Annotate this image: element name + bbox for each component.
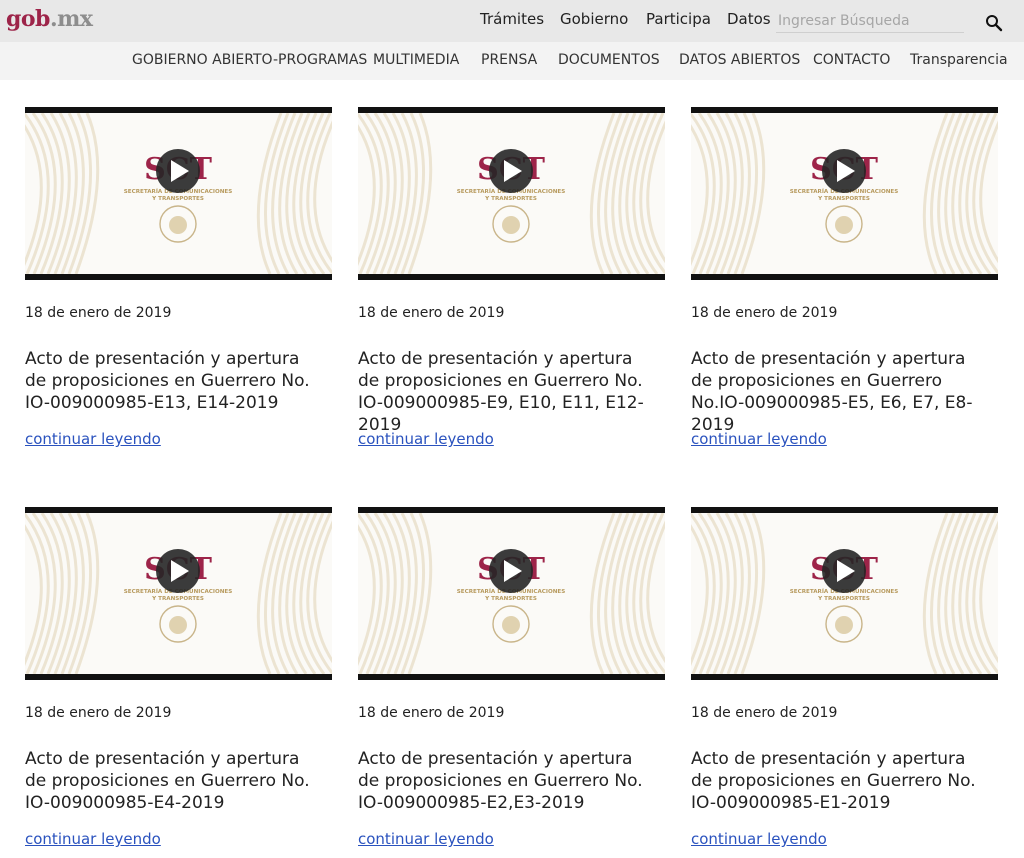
thumbnail-artwork: SCTSECRETARÍA DE COMUNICACIONESY TRANSPO… xyxy=(691,113,998,274)
video-thumbnail[interactable]: SCTSECRETARÍA DE COMUNICACIONESY TRANSPO… xyxy=(691,507,998,680)
continue-reading-link[interactable]: continuar leyendo xyxy=(25,430,161,448)
card-date: 18 de enero de 2019 xyxy=(358,305,505,321)
card-title: Acto de presentación y apertura de propo… xyxy=(358,749,643,813)
sct-name-line2: Y TRANSPORTES xyxy=(151,596,204,602)
coat-of-arms-emblem xyxy=(835,216,853,234)
card-date: 18 de enero de 2019 xyxy=(691,705,838,721)
coat-of-arms-emblem xyxy=(169,216,187,234)
continue-reading-link[interactable]: continuar leyendo xyxy=(358,430,494,448)
search-input[interactable] xyxy=(776,10,964,33)
coat-of-arms-emblem xyxy=(169,616,187,634)
thumbnail-artwork: SCTSECRETARÍA DE COMUNICACIONESY TRANSPO… xyxy=(25,513,332,674)
card-title: Acto de presentación y apertura de propo… xyxy=(358,349,644,435)
card-date: 18 de enero de 2019 xyxy=(25,705,172,721)
logo-mx: .mx xyxy=(49,6,93,32)
card-title: Acto de presentación y apertura de propo… xyxy=(25,349,310,413)
subnav-datos-abiertos[interactable]: DATOS ABIERTOS xyxy=(679,52,800,68)
card-date: 18 de enero de 2019 xyxy=(691,305,838,321)
thumbnail-artwork: SCTSECRETARÍA DE COMUNICACIONESY TRANSPO… xyxy=(691,513,998,674)
continue-reading-link[interactable]: continuar leyendo xyxy=(691,830,827,848)
video-thumbnail[interactable]: SCTSECRETARÍA DE COMUNICACIONESY TRANSPO… xyxy=(25,107,332,280)
card-title: Acto de presentación y apertura de propo… xyxy=(691,349,973,435)
thumbnail-artwork: SCTSECRETARÍA DE COMUNICACIONESY TRANSPO… xyxy=(358,113,665,274)
video-thumbnail[interactable]: SCTSECRETARÍA DE COMUNICACIONESY TRANSPO… xyxy=(358,507,665,680)
subnav-documentos[interactable]: DOCUMENTOS xyxy=(558,52,660,68)
continue-reading-link[interactable]: continuar leyendo xyxy=(691,430,827,448)
video-thumbnail[interactable]: SCTSECRETARÍA DE COMUNICACIONESY TRANSPO… xyxy=(358,107,665,280)
logo-gob: gob xyxy=(6,6,50,32)
continue-reading-link[interactable]: continuar leyendo xyxy=(358,830,494,848)
subnav-multimedia[interactable]: MULTIMEDIA xyxy=(373,52,459,68)
card-date: 18 de enero de 2019 xyxy=(25,305,172,321)
thumbnail-artwork: SCTSECRETARÍA DE COMUNICACIONESY TRANSPO… xyxy=(25,113,332,274)
search-icon[interactable] xyxy=(985,14,1003,32)
sct-name-line2: Y TRANSPORTES xyxy=(817,596,870,602)
continue-reading-link[interactable]: continuar leyendo xyxy=(25,830,161,848)
nav-gobierno[interactable]: Gobierno xyxy=(560,10,628,28)
gob-mx-logo[interactable]: gob.mx xyxy=(6,6,93,32)
card-title: Acto de presentación y apertura de propo… xyxy=(691,749,976,813)
nav-tramites[interactable]: Trámites xyxy=(480,10,544,28)
nav-participa[interactable]: Participa xyxy=(646,10,711,28)
subnav-contacto[interactable]: CONTACTO xyxy=(813,52,890,68)
thumbnail-artwork: SCTSECRETARÍA DE COMUNICACIONESY TRANSPO… xyxy=(358,513,665,674)
sct-name-line2: Y TRANSPORTES xyxy=(484,196,537,202)
top-bar: gob.mx Trámites Gobierno Participa Datos xyxy=(0,0,1024,42)
nav-datos[interactable]: Datos xyxy=(727,10,771,28)
subnav-prensa[interactable]: PRENSA xyxy=(481,52,537,68)
coat-of-arms-emblem xyxy=(835,616,853,634)
sct-name-line2: Y TRANSPORTES xyxy=(817,196,870,202)
sct-name-line2: Y TRANSPORTES xyxy=(484,596,537,602)
video-thumbnail[interactable]: SCTSECRETARÍA DE COMUNICACIONESY TRANSPO… xyxy=(691,107,998,280)
video-thumbnail[interactable]: SCTSECRETARÍA DE COMUNICACIONESY TRANSPO… xyxy=(25,507,332,680)
coat-of-arms-emblem xyxy=(502,616,520,634)
subnav-gobierno-abierto[interactable]: GOBIERNO ABIERTO-PROGRAMAS xyxy=(132,52,367,68)
sct-name-line2: Y TRANSPORTES xyxy=(151,196,204,202)
card-title: Acto de presentación y apertura de propo… xyxy=(25,749,310,813)
card-date: 18 de enero de 2019 xyxy=(358,705,505,721)
section-nav: GOBIERNO ABIERTO-PROGRAMAS MULTIMEDIA PR… xyxy=(0,42,1024,80)
coat-of-arms-emblem xyxy=(502,216,520,234)
subnav-transparencia[interactable]: Transparencia xyxy=(910,52,1008,68)
